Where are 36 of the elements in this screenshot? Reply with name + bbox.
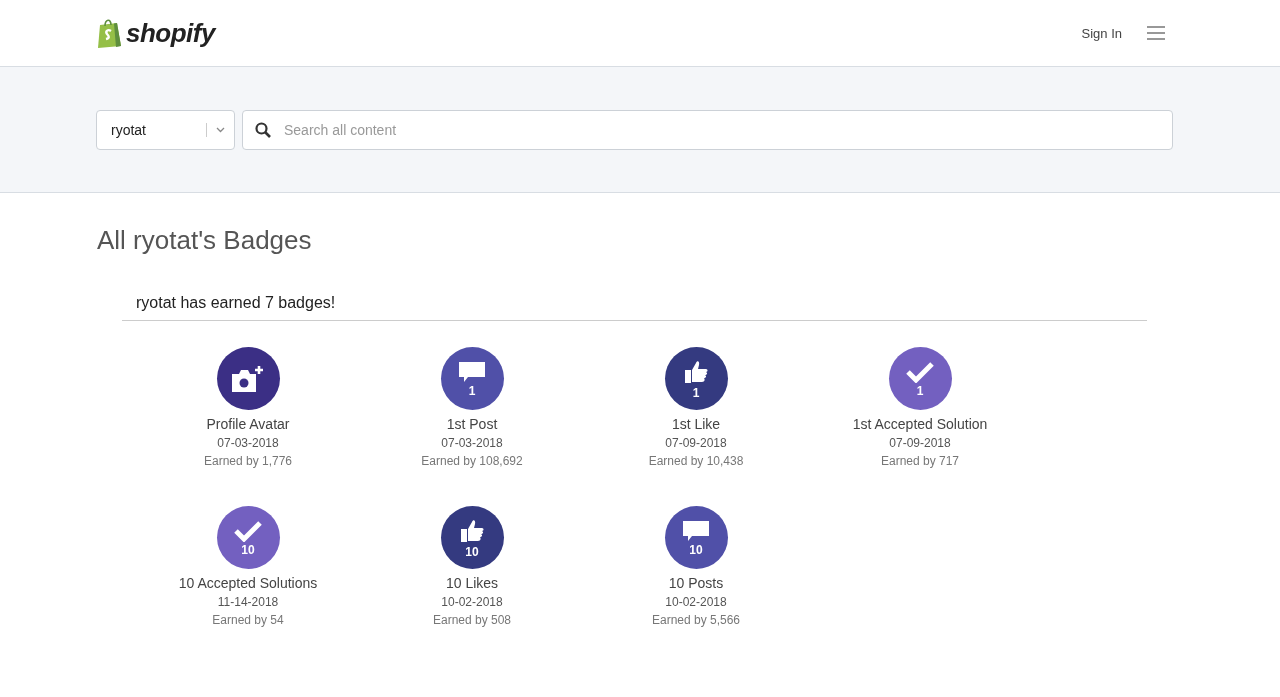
badge-name: 10 Accepted Solutions xyxy=(178,575,318,591)
badge-icon: 10 xyxy=(664,506,728,569)
badge-icon: 1 xyxy=(440,347,504,410)
earned-count: Earned by 5,566 xyxy=(651,613,741,627)
earned-count: Earned by 717 xyxy=(880,454,960,468)
earned-count: Earned by 108,692 xyxy=(421,454,523,468)
shopping-bag-icon xyxy=(97,17,123,49)
logo-wordmark[interactable]: shopify xyxy=(126,18,215,49)
search-field[interactable]: Search all content xyxy=(242,109,1173,150)
page-title: All ryotat's Badges xyxy=(97,225,313,256)
badge-count-text: ryotat has earned 7 badges! xyxy=(122,294,1147,321)
badge-date: 07-09-2018 xyxy=(665,436,727,450)
badge-date: 10-02-2018 xyxy=(665,595,727,609)
chevron-down-icon xyxy=(216,126,225,133)
menu-icon[interactable] xyxy=(1147,26,1165,40)
badge-icon: 1 xyxy=(888,347,952,410)
earned-count: Earned by 10,438 xyxy=(648,454,744,468)
badge-icon: 1 xyxy=(664,347,728,410)
earned-count: Earned by 1,776 xyxy=(203,454,293,468)
badge-name: 1st Accepted Solution xyxy=(852,416,988,432)
badge-icon: 10 xyxy=(440,506,504,569)
earned-count: Earned by 508 xyxy=(432,613,512,627)
badge-date: 11-14-2018 xyxy=(217,595,279,609)
badge-date: 10-02-2018 xyxy=(441,595,503,609)
scope-dropdown[interactable]: ryotat xyxy=(96,109,235,150)
badge-name: 10 Likes xyxy=(445,575,499,591)
badge-icon: 10 xyxy=(216,506,280,569)
badge-name: 1st Like xyxy=(671,416,721,432)
badge-name: 10 Posts xyxy=(668,575,724,591)
badge-name: Profile Avatar xyxy=(206,416,290,432)
sign-in-link[interactable]: Sign In xyxy=(1081,25,1122,41)
badge-date: 07-03-2018 xyxy=(217,436,279,450)
badge-date: 07-09-2018 xyxy=(889,436,951,450)
badge-name: 1st Post xyxy=(446,416,498,432)
earned-count: Earned by 54 xyxy=(212,613,284,627)
badge-date: 07-03-2018 xyxy=(441,436,503,450)
